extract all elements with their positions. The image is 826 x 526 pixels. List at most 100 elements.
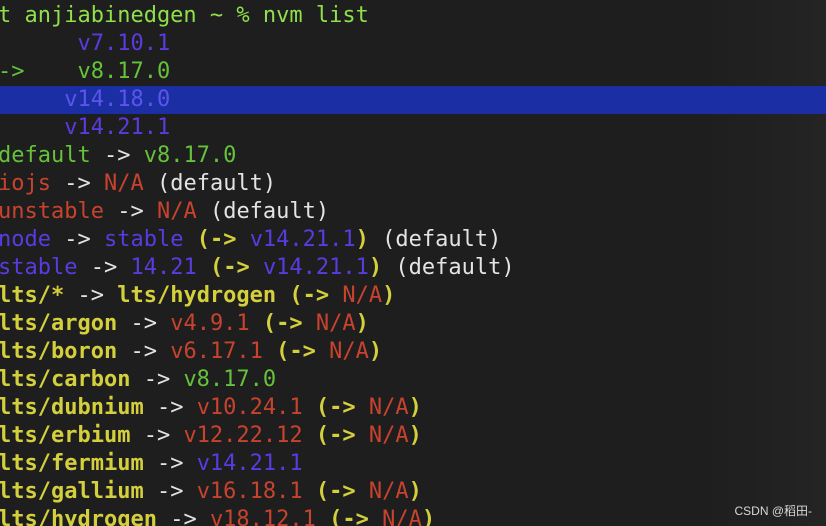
alias-resolved: N/A [382,507,422,526]
alias-arrow: -> [50,227,104,252]
alias-resolved: N/A [368,479,409,504]
alias-target: v12.22.12 [183,423,303,448]
alias-paren-open: (-> [196,255,263,280]
alias-target: v14.21.1 [196,451,303,476]
alias-resolved: v14.21.1 [249,227,356,252]
alias-paren-close: ) [382,283,396,308]
alias-arrow: -> [117,311,171,336]
alias-row-stable: stable -> 14.21 (-> v14.21.1) (default) [0,254,826,282]
version-text: v14.18.0 [24,87,171,112]
alias-name: lts/gallium [0,479,144,504]
alias-arrow: -> [143,395,197,420]
alias-paren-close: ) [408,423,422,448]
alias-name: lts/boron [0,339,118,364]
alias-name: lts/erbium [0,423,131,448]
alias-paren-open: (-> [276,283,343,308]
alias-arrow: -> [130,367,184,392]
version-marker: -> [0,59,25,84]
version-marker [0,87,25,112]
alias-target: stable [103,227,184,252]
alias-arrow: -> [90,143,144,168]
alias-suffix: (default) [196,199,330,224]
alias-resolved: N/A [368,423,409,448]
alias-row-default: default -> v8.17.0 [0,142,826,170]
command-prompt: t anjiabinedgen ~ % nvm list [0,3,369,28]
alias-resolved: v14.21.1 [262,255,369,280]
alias-paren-open: (-> [302,423,369,448]
alias-name: lts/carbon [0,367,131,392]
alias-target: v8.17.0 [183,367,277,392]
alias-paren-open: (-> [302,395,369,420]
alias-name: unstable [0,199,104,224]
alias-resolved: N/A [368,395,409,420]
version-text: v8.17.0 [24,59,171,84]
version-marker [0,115,25,140]
alias-paren-open: (-> [262,339,330,364]
alias-target: v18.12.1 [209,507,316,526]
alias-paren-open: (-> [249,311,316,336]
version-text: v7.10.1 [24,31,171,56]
alias-target: N/A [103,171,144,196]
alias-arrow: -> [50,171,104,196]
alias-name: lts/* [0,283,65,308]
alias-resolved: N/A [342,283,383,308]
alias-row-argon: lts/argon -> v4.9.1 (-> N/A) [0,310,826,338]
terminal-output: t anjiabinedgen ~ % nvm list v7.10.1 -> … [0,2,826,526]
alias-paren-open: (-> [315,507,383,526]
alias-target: v10.24.1 [196,395,303,420]
alias-row-carbon: lts/carbon -> v8.17.0 [0,366,826,394]
alias-arrow: -> [64,283,118,308]
csdn-watermark: CSDN @稻田- [734,504,812,518]
alias-target: N/A [156,199,197,224]
alias-name: lts/argon [0,311,118,336]
alias-arrow: -> [143,479,197,504]
alias-resolved: N/A [315,311,356,336]
alias-arrow: -> [130,423,184,448]
alias-target: v4.9.1 [170,311,250,336]
alias-row-node: node -> stable (-> v14.21.1) (default) [0,226,826,254]
version-row-selected[interactable]: v14.18.0 [0,86,826,114]
alias-suffix: (default) [143,171,277,196]
alias-row-gallium: lts/gallium -> v16.18.1 (-> N/A) [0,478,826,506]
terminal-window[interactable]: t anjiabinedgen ~ % nvm list v7.10.1 -> … [0,0,826,526]
alias-row-iojs: iojs -> N/A (default) [0,170,826,198]
alias-row-boron: lts/boron -> v6.17.1 (-> N/A) [0,338,826,366]
alias-arrow: -> [143,451,197,476]
version-row: v14.21.1 [0,114,826,142]
alias-name: node [0,227,51,252]
alias-name: lts/hydrogen [0,507,157,526]
alias-paren-close: ) [408,395,422,420]
alias-paren-close: ) [368,255,383,280]
alias-target: v6.17.1 [170,339,263,364]
version-text: v14.21.1 [24,115,171,140]
alias-target: lts/hydrogen [117,283,277,308]
alias-resolved: N/A [329,339,369,364]
alias-row-unstable: unstable -> N/A (default) [0,198,826,226]
alias-name: iojs [0,171,51,196]
alias-name: lts/fermium [0,451,144,476]
alias-suffix: (default) [368,227,502,252]
alias-arrow: -> [156,507,210,526]
alias-target: v16.18.1 [196,479,303,504]
version-row: v7.10.1 [0,30,826,58]
alias-row-dubnium: lts/dubnium -> v10.24.1 (-> N/A) [0,394,826,422]
alias-paren-close: ) [355,227,369,252]
alias-paren-close: ) [368,339,383,364]
alias-target: 14.21 [130,255,197,280]
alias-arrow: -> [103,199,157,224]
version-row-current: -> v8.17.0 [0,58,826,86]
alias-row-erbium: lts/erbium -> v12.22.12 (-> N/A) [0,422,826,450]
alias-arrow: -> [77,255,131,280]
alias-paren-close: ) [355,311,369,336]
prompt-line: t anjiabinedgen ~ % nvm list [0,2,826,30]
alias-paren-open: (-> [183,227,250,252]
alias-name: default [0,143,91,168]
alias-row-fermium: lts/fermium -> v14.21.1 [0,450,826,478]
alias-paren-close: ) [408,479,422,504]
alias-paren-open: (-> [302,479,369,504]
alias-arrow: -> [117,339,171,364]
alias-target: v8.17.0 [143,143,237,168]
alias-name: stable [0,255,78,280]
version-marker [0,31,25,56]
alias-suffix: (default) [382,255,515,280]
